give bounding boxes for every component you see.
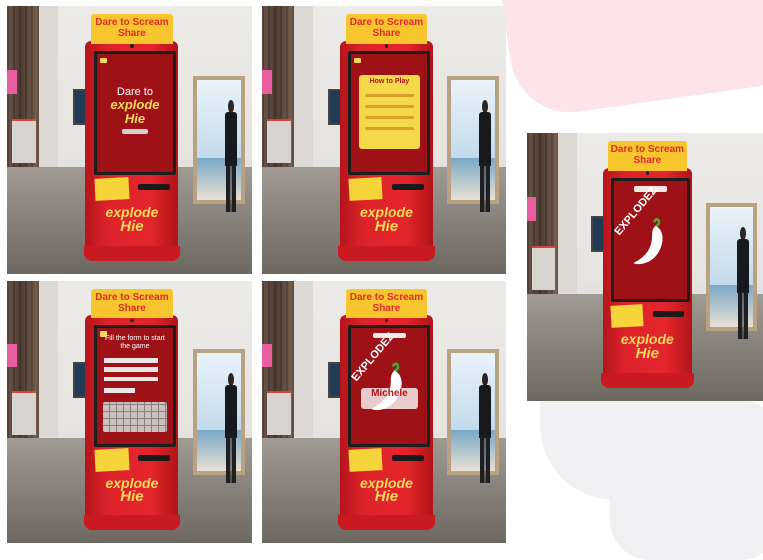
logo-icon	[99, 57, 107, 64]
yellow-sticker	[348, 448, 384, 472]
headline-brand: explode	[110, 97, 160, 113]
brand-logo: explode Hie	[105, 474, 159, 506]
kiosk: Dare to Scream Share EXPLODEZ explode Hi…	[600, 141, 694, 388]
yellow-sticker	[348, 177, 384, 202]
pink-decorative-shape	[493, 0, 763, 121]
kiosk-topper: Dare to Scream Share	[607, 141, 687, 171]
camera-icon	[384, 44, 389, 48]
yellow-sticker	[94, 177, 129, 202]
form-field-3[interactable]	[104, 376, 158, 382]
start-headline: Dare to explode Hie	[97, 86, 173, 127]
camera-icon	[130, 44, 134, 48]
kiosk-screen[interactable]: Dare to explode Hie	[93, 51, 177, 176]
player-name-card: Michele	[360, 388, 419, 409]
topper-line1: Dare to Scream	[95, 17, 169, 29]
form-field-1[interactable]	[104, 358, 158, 363]
pink-display	[7, 70, 17, 95]
person-standing	[225, 99, 238, 213]
kiosk-screen[interactable]: EXPLODEZ Michele	[348, 325, 431, 447]
form-field-4[interactable]	[104, 388, 135, 393]
headline-brand-2: Hie	[124, 111, 146, 127]
kiosk-screen[interactable]: EXPLODEZ	[610, 178, 691, 303]
on-screen-keyboard[interactable]	[102, 402, 167, 433]
kiosk-screen[interactable]: Fill the form to start the game	[93, 325, 177, 447]
kiosk-topper: Dare to Scream Share	[345, 14, 428, 44]
camera-icon	[645, 171, 650, 175]
kiosk: Dare to Scream Share Dare to explode Hie…	[83, 14, 181, 261]
window-view	[193, 75, 246, 205]
photo-form-screen: Dare to Scream Share Fill the form to st…	[7, 281, 252, 543]
card-slot	[392, 455, 425, 461]
kiosk-topper: Dare to Scream Share	[90, 288, 173, 318]
brand-logo: explode Hie	[359, 474, 413, 506]
photo-named-result: Dare to Scream Share EXPLODEZ Michele ex…	[262, 281, 506, 543]
logo-icon	[354, 57, 362, 64]
how-to-play-title: How to Play	[369, 78, 410, 86]
photo-start-screen: Dare to Scream Share Dare to explode Hie…	[7, 6, 252, 274]
kiosk-screen[interactable]: How to Play	[348, 51, 431, 176]
kiosk: Dare to Scream Share Fill the form to st…	[83, 288, 181, 530]
form-field-2[interactable]	[104, 367, 158, 372]
yellow-sticker	[610, 304, 645, 329]
photo-how-to-play: Dare to Scream Share How to Play explode…	[262, 6, 506, 274]
kiosk-topper: Dare to Scream Share	[90, 14, 173, 44]
form-title: Fill the form to start the game	[104, 334, 165, 350]
card-slot	[137, 455, 171, 461]
kiosk-topper: Dare to Scream Share	[345, 288, 428, 318]
kiosk: Dare to Scream Share EXPLODEZ Michele ex…	[338, 288, 435, 530]
camera-icon	[384, 318, 389, 322]
display-stand	[11, 118, 37, 164]
card-slot	[392, 184, 425, 191]
brand-logo: explode Hie	[105, 204, 159, 235]
brand-logo: explode Hie	[359, 204, 413, 235]
grey-decorative-shape-lower	[610, 400, 763, 560]
brand-logo: explode Hie	[620, 331, 674, 362]
card-slot	[652, 311, 685, 318]
player-name: Michele	[371, 388, 408, 400]
photo-result-screen: Dare to Scream Share EXPLODEZ explode Hi…	[527, 133, 763, 401]
how-to-play-card: How to Play	[359, 75, 420, 149]
kiosk: Dare to Scream Share How to Play explode…	[338, 14, 435, 261]
topper-line2: Share	[118, 28, 146, 40]
camera-icon	[130, 318, 134, 322]
yellow-sticker	[94, 448, 129, 472]
card-slot	[137, 184, 171, 191]
start-button[interactable]	[121, 128, 148, 135]
